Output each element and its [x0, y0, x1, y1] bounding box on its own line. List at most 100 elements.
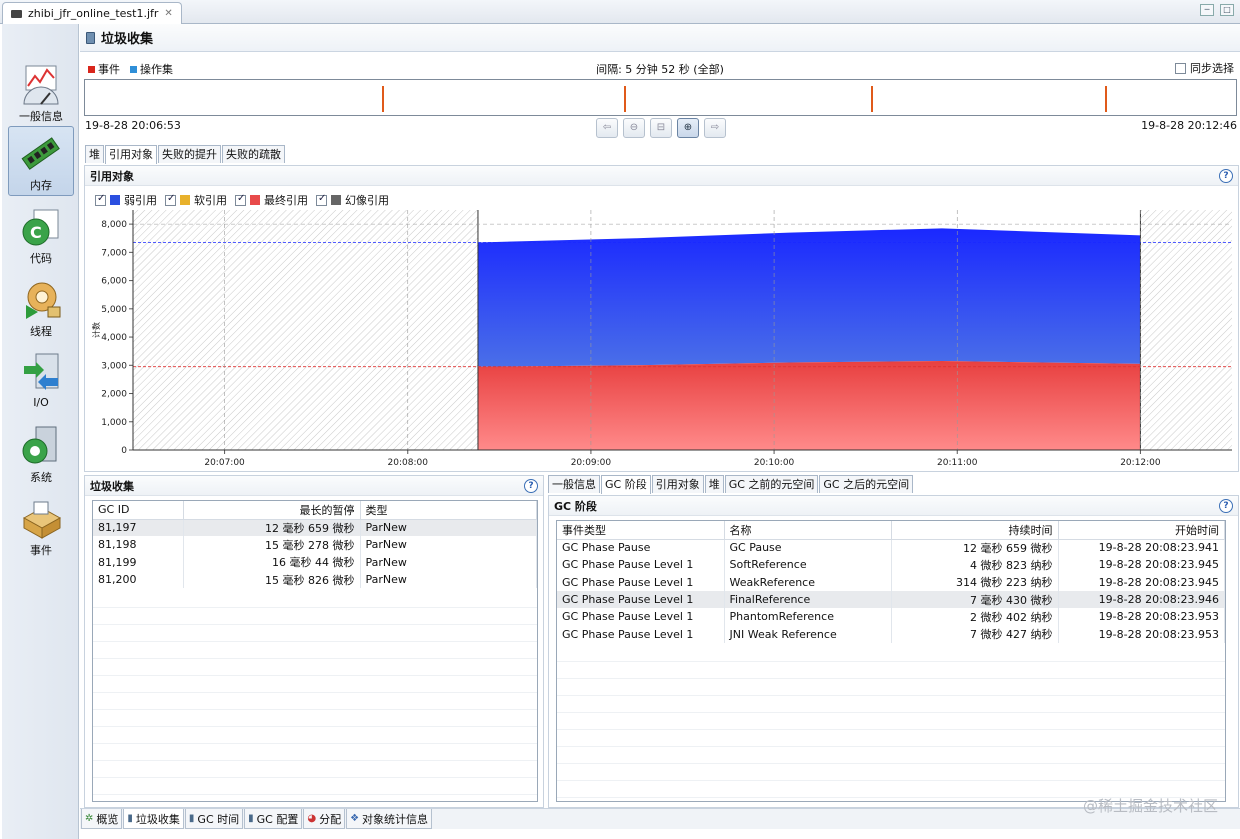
pan-left-button[interactable]: ⇦	[596, 118, 618, 138]
range-end-time: 19-8-28 20:12:46	[1141, 119, 1237, 132]
overview-icon: ✲	[85, 813, 94, 824]
section-title: GC 阶段	[554, 499, 597, 513]
column-header[interactable]: 最长的暂停	[183, 501, 361, 520]
x-tick-label: 20:07:00	[204, 458, 245, 468]
minimize-button[interactable]: ─	[1200, 4, 1214, 16]
tab-references[interactable]: 引用对象	[105, 145, 157, 164]
tab-label: GC 配置	[256, 812, 299, 826]
section-header: GC 阶段 ?	[549, 496, 1238, 516]
column-header[interactable]: 持续时间	[891, 521, 1059, 540]
y-tick-label: 4,000	[101, 333, 127, 343]
tab-metaspace-after[interactable]: GC 之后的元空间	[819, 475, 914, 493]
io-icon	[20, 352, 62, 394]
timeline-overview[interactable]	[84, 79, 1237, 116]
table-cell: 81,200	[93, 570, 184, 589]
tab-heap[interactable]: 堆	[704, 475, 724, 493]
table-row[interactable]: GC Phase Pause Level 1 FinalReference 7 毫秒…	[557, 590, 1225, 609]
help-icon[interactable]: ?	[1219, 168, 1233, 183]
table-row[interactable]: 81,197 12 毫秒 659 微秒 ParNew	[93, 519, 537, 537]
nav-threads[interactable]: 线程	[8, 273, 74, 343]
tab-allocation[interactable]: ◕ 分配	[303, 809, 346, 829]
help-icon[interactable]: ?	[524, 478, 538, 493]
zoom-selection-button[interactable]: ⊟	[650, 118, 672, 138]
legend-label: 操作集	[140, 63, 173, 76]
nav-label: 系统	[30, 471, 52, 484]
column-header[interactable]: 名称	[724, 521, 892, 540]
tab-gc-config[interactable]: ▮ GC 配置	[244, 809, 303, 829]
gc-phases-table: 事件类型 名称 持续时间 开始时间 GC Phase Pause GC Pause…	[556, 520, 1226, 802]
tab-general-info[interactable]: 一般信息	[548, 475, 600, 493]
table-row[interactable]: GC Phase Pause Level 1 PhantomReference 2 …	[557, 608, 1225, 626]
column-header[interactable]: 开始时间	[1058, 521, 1225, 540]
table-cell: GC Pause	[724, 539, 892, 557]
tab-garbage-collection[interactable]: ▮ 垃圾收集	[123, 809, 184, 829]
close-icon[interactable]: ✕	[164, 8, 172, 19]
table-cell: WeakReference	[724, 573, 892, 591]
table-cell: 19-8-28 20:08:23.941	[1058, 539, 1225, 557]
left-navigation: 一般信息 内存 C 代码 线程 I/O 系统 事件	[2, 24, 79, 839]
tab-promotion-failed[interactable]: 失败的提升	[158, 145, 221, 163]
tab-gc-phases[interactable]: GC 阶段	[601, 475, 651, 494]
checkbox-icon[interactable]	[1175, 62, 1186, 74]
table-row[interactable]: 81,199 16 毫秒 44 微秒 ParNew	[93, 553, 537, 571]
nav-memory[interactable]: 内存	[8, 126, 74, 196]
column-header[interactable]: 类型	[360, 501, 537, 520]
maximize-button[interactable]: □	[1220, 4, 1234, 16]
system-icon	[20, 425, 62, 467]
tab-label: GC 时间	[197, 812, 240, 826]
table-row[interactable]: GC Phase Pause Level 1 SoftReference 4 微秒 …	[557, 556, 1225, 574]
zoom-out-button[interactable]: ⊖	[623, 118, 645, 138]
sync-select-checkbox[interactable]: 同步选择	[1175, 60, 1234, 76]
checkbox-icon[interactable]	[165, 193, 176, 206]
nav-code[interactable]: C 代码	[8, 200, 74, 270]
help-icon[interactable]: ?	[1219, 498, 1233, 513]
nav-label: 内存	[30, 179, 52, 192]
table-cell: 81,197	[93, 519, 184, 537]
table-row[interactable]: GC Phase Pause Level 1 WeakReference 314 微…	[557, 573, 1225, 591]
checkbox-icon[interactable]	[316, 193, 327, 206]
table-row[interactable]: GC Phase Pause Level 1 JNI Weak Reference…	[557, 625, 1225, 643]
table-row[interactable]: 81,198 15 毫秒 278 微秒 ParNew	[93, 536, 537, 554]
column-header[interactable]: GC ID	[93, 501, 184, 520]
editor-file-tab[interactable]: zhibi_jfr_online_test1.jfr ✕	[2, 2, 182, 24]
zoom-in-button[interactable]: ⊕	[677, 118, 699, 138]
checkbox-icon[interactable]	[95, 193, 106, 206]
event-marker[interactable]	[1104, 86, 1107, 112]
tab-overview[interactable]: ✲ 概览	[81, 809, 123, 829]
table-cell: 7 毫秒 430 微秒	[891, 590, 1059, 609]
tab-gc-time[interactable]: ▮ GC 时间	[184, 809, 244, 829]
table-cell: 19-8-28 20:08:23.953	[1058, 625, 1225, 643]
y-tick-label: 8,000	[101, 220, 127, 230]
x-tick-label: 20:10:00	[754, 458, 795, 468]
gc-config-icon: ▮	[248, 813, 254, 824]
tab-metaspace-before[interactable]: GC 之前的元空间	[724, 475, 819, 493]
nav-events[interactable]: 事件	[8, 492, 74, 562]
table-row[interactable]: GC Phase Pause GC Pause 12 毫秒 659 微秒 19-8-2…	[557, 539, 1225, 557]
references-chart[interactable]: 0 1,000 2,000 3,000 4,000 5,000 6,000 7,000 8,00…	[85, 206, 1238, 471]
tab-evacuation-failed[interactable]: 失败的疏散	[222, 145, 285, 163]
nav-io[interactable]: I/O	[8, 346, 74, 416]
checkbox-icon[interactable]	[235, 193, 246, 206]
event-marker[interactable]	[623, 86, 626, 112]
gc-section: 垃圾收集 ? GC ID 最长的暂停 类型 81,197 12 毫秒 659 微秒…	[84, 475, 544, 808]
table-cell: 2 微秒 402 纳秒	[891, 608, 1059, 626]
interval-text: 间隔: 5 分钟 52 秒 (全部)	[596, 63, 724, 76]
nav-label: 代码	[30, 252, 52, 265]
series-area-final-references[interactable]	[477, 361, 1141, 450]
tab-references[interactable]: 引用对象	[651, 475, 704, 493]
color-swatch	[180, 195, 190, 205]
table-row[interactable]: 81,200 15 毫秒 826 微秒 ParNew	[93, 570, 537, 589]
upper-tab-bar: 堆 引用对象 失败的提升 失败的疏散	[85, 145, 286, 164]
tab-heap[interactable]: 堆	[85, 145, 104, 163]
nav-system[interactable]: 系统	[8, 419, 74, 489]
table-cell: 16 毫秒 44 微秒	[183, 553, 361, 571]
references-chart-section: 引用对象 ? 弱引用 软引用 最终引用 幻像引用 01,0002,0003,00…	[84, 165, 1239, 472]
pan-right-button[interactable]: ⇨	[704, 118, 726, 138]
event-marker[interactable]	[871, 86, 874, 112]
series-area-weak-references[interactable]	[477, 228, 1141, 367]
event-marker[interactable]	[381, 86, 384, 112]
column-header[interactable]: 事件类型	[557, 521, 725, 540]
nav-general-info[interactable]: 一般信息	[8, 58, 74, 128]
range-start-time: 19-8-28 20:06:53	[85, 119, 181, 132]
tab-object-statistics[interactable]: ❖ 对象统计信息	[346, 809, 433, 829]
